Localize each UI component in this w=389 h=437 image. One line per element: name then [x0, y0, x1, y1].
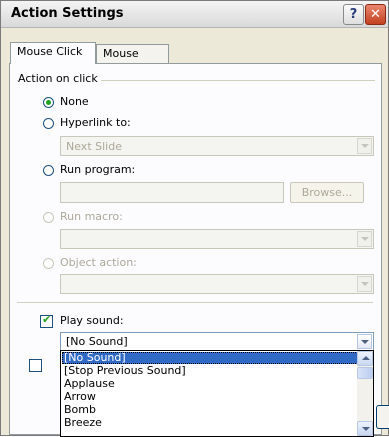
- action-group-label: Action on click: [18, 72, 101, 85]
- run-macro-label: Run macro:: [60, 210, 123, 223]
- browse-button[interactable]: Browse...: [290, 182, 364, 203]
- sound-option[interactable]: Breeze: [62, 417, 358, 429]
- object-action-radio[interactable]: [43, 258, 54, 269]
- highlight-click-checkbox[interactable]: [29, 359, 42, 372]
- sound-list-scrollbar[interactable]: [357, 351, 373, 436]
- run-macro-dropdown[interactable]: [60, 229, 374, 249]
- run-macro-dropdown-button[interactable]: [357, 231, 372, 247]
- chevron-down-icon: [362, 427, 370, 431]
- run-macro-radio[interactable]: [43, 212, 54, 223]
- sound-option[interactable]: Arrow: [62, 391, 358, 403]
- none-radio[interactable]: [43, 97, 54, 108]
- action-settings-dialog: Action Settings ? ✕ Mouse Click Mouse Ov…: [0, 0, 389, 437]
- hyperlink-label: Hyperlink to:: [60, 116, 131, 129]
- sound-dropdown[interactable]: [No Sound]: [60, 332, 374, 351]
- scroll-up-button[interactable]: [357, 351, 373, 366]
- check-icon: ✔: [42, 313, 52, 326]
- run-program-radio[interactable]: [43, 165, 54, 176]
- sound-option[interactable]: [No Sound]: [62, 352, 358, 364]
- tab-mouse-click[interactable]: Mouse Click: [10, 42, 96, 64]
- sound-options-list[interactable]: [No Sound] [Stop Previous Sound] Applaus…: [60, 350, 374, 437]
- scroll-down-button[interactable]: [357, 421, 373, 436]
- chevron-up-icon: [362, 356, 370, 360]
- play-sound-checkbox[interactable]: ✔: [40, 313, 53, 328]
- chevron-down-icon: [361, 144, 369, 148]
- hyperlink-dropdown[interactable]: Next Slide: [60, 136, 374, 156]
- chevron-down-icon: [361, 237, 369, 241]
- none-label: None: [60, 95, 89, 108]
- run-program-field[interactable]: [60, 182, 284, 203]
- play-sound-label: Play sound:: [60, 314, 124, 327]
- object-action-dropdown-button[interactable]: [357, 276, 372, 292]
- run-program-label: Run program:: [60, 163, 136, 176]
- sound-selected-value: [No Sound]: [66, 335, 128, 348]
- chevron-down-icon: [361, 282, 369, 286]
- dialog-title: Action Settings: [11, 6, 124, 21]
- close-button[interactable]: ✕: [365, 4, 386, 25]
- hyperlink-dropdown-button[interactable]: [357, 138, 372, 154]
- chevron-down-icon: [361, 340, 369, 344]
- sound-option[interactable]: [Stop Previous Sound]: [62, 365, 358, 377]
- sound-option[interactable]: Applause: [62, 378, 358, 390]
- sound-option[interactable]: Bomb: [62, 404, 358, 416]
- sound-dropdown-button[interactable]: [357, 334, 372, 349]
- hyperlink-radio[interactable]: [43, 118, 54, 129]
- section-separator: [17, 302, 373, 303]
- hyperlink-value: Next Slide: [66, 140, 122, 153]
- help-button[interactable]: ?: [343, 4, 364, 25]
- ok-button[interactable]: [376, 405, 389, 429]
- object-action-dropdown[interactable]: [60, 274, 374, 294]
- tab-mouse-over[interactable]: Mouse Over: [96, 44, 169, 78]
- scroll-thumb[interactable]: [357, 367, 373, 379]
- object-action-label: Object action:: [60, 256, 137, 269]
- title-bar: Action Settings ? ✕: [1, 1, 388, 28]
